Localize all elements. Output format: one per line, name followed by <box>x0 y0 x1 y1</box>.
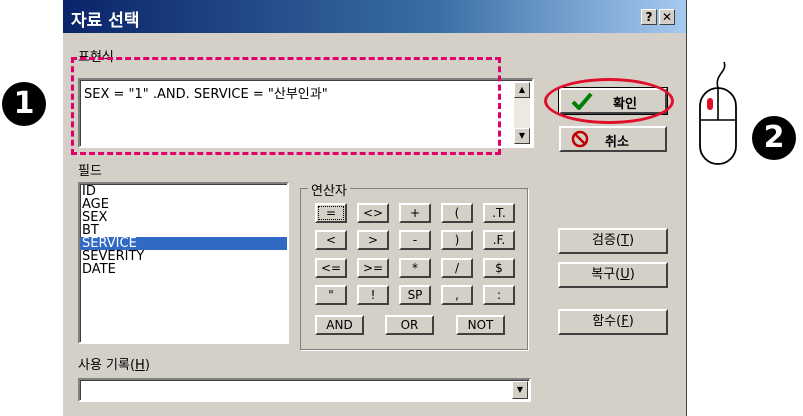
op-not-button[interactable]: NOT <box>456 315 505 335</box>
help-button[interactable]: ? <box>641 9 657 25</box>
verify-suffix: ) <box>628 233 635 248</box>
op-multiply-button[interactable]: * <box>399 258 431 278</box>
op-and-button[interactable]: AND <box>315 315 364 335</box>
op-colon-button[interactable]: : <box>483 285 515 305</box>
restore-key: U <box>620 267 630 282</box>
cancel-button[interactable]: 취소 <box>559 126 667 152</box>
op-space-button[interactable]: SP <box>399 285 431 305</box>
function-key: F <box>621 314 629 329</box>
op-open-paren-button[interactable]: ( <box>441 203 473 223</box>
op-quote-button[interactable]: " <box>315 285 347 305</box>
history-label: 사용 기록(H) <box>78 354 150 373</box>
history-label-text: 사용 기록( <box>78 358 136 373</box>
scroll-up-icon[interactable]: ▲ <box>514 82 530 98</box>
restore-suffix: ) <box>629 267 635 282</box>
op-close-paren-button[interactable]: ) <box>441 230 473 250</box>
history-label-suffix: ) <box>144 358 150 373</box>
function-button[interactable]: 함수(F) <box>558 309 668 335</box>
expression-scrollbar[interactable]: ▲ ▼ <box>514 82 530 144</box>
no-entry-icon <box>571 130 589 148</box>
op-divide-button[interactable]: / <box>441 258 473 278</box>
restore-button[interactable]: 복구(U) <box>558 262 668 288</box>
fields-label: 필드 <box>78 164 102 179</box>
op-true-button[interactable]: .T. <box>483 203 515 223</box>
restore-label: 복구( <box>591 267 621 282</box>
mouse-icon <box>699 61 737 165</box>
dropdown-arrow-icon[interactable]: ▼ <box>512 381 528 399</box>
ok-highlight <box>544 78 674 124</box>
history-combobox[interactable]: ▼ <box>78 378 531 402</box>
fields-listbox[interactable]: ID AGE SEX BT SERVICE SEVERITY DATE <box>78 182 289 344</box>
verify-button[interactable]: 검증(T) <box>558 228 668 254</box>
scroll-down-icon[interactable]: ▼ <box>514 128 530 144</box>
field-item-id[interactable]: ID <box>80 185 287 198</box>
field-item-age[interactable]: AGE <box>80 198 287 211</box>
op-dollar-button[interactable]: $ <box>483 258 515 278</box>
verify-label: 검증( <box>591 233 621 248</box>
op-less-button[interactable]: < <box>315 230 347 250</box>
op-not-equal-button[interactable]: <> <box>357 203 389 223</box>
title-bar: 자료 선택 ? ✕ <box>63 0 686 33</box>
function-label: 함수( <box>592 314 622 329</box>
op-less-equal-button[interactable]: <= <box>315 258 347 278</box>
op-greater-equal-button[interactable]: >= <box>357 258 389 278</box>
op-minus-button[interactable]: - <box>399 230 431 250</box>
step-1-badge: 1 <box>2 82 46 126</box>
op-greater-button[interactable]: > <box>357 230 389 250</box>
history-key: H <box>135 358 145 373</box>
data-select-dialog: 자료 선택 ? ✕ 표현식 SEX = "1" .AND. SERVICE = … <box>62 0 687 416</box>
close-button[interactable]: ✕ <box>659 9 675 25</box>
window-title: 자료 선택 <box>71 11 140 31</box>
op-plus-button[interactable]: + <box>399 203 431 223</box>
verify-key: T <box>620 233 629 248</box>
op-comma-button[interactable]: , <box>441 285 473 305</box>
field-item-date[interactable]: DATE <box>80 263 287 276</box>
field-item-sex[interactable]: SEX <box>80 211 287 224</box>
op-or-button[interactable]: OR <box>385 315 434 335</box>
step-2-badge: 2 <box>752 116 796 160</box>
function-suffix: ) <box>628 314 634 329</box>
op-false-button[interactable]: .F. <box>483 230 515 250</box>
operators-label: 연산자 <box>308 180 350 199</box>
cancel-label: 취소 <box>605 135 629 150</box>
op-equal-button[interactable]: = <box>315 203 347 223</box>
expression-highlight <box>71 57 501 155</box>
op-exclaim-button[interactable]: ! <box>357 285 389 305</box>
